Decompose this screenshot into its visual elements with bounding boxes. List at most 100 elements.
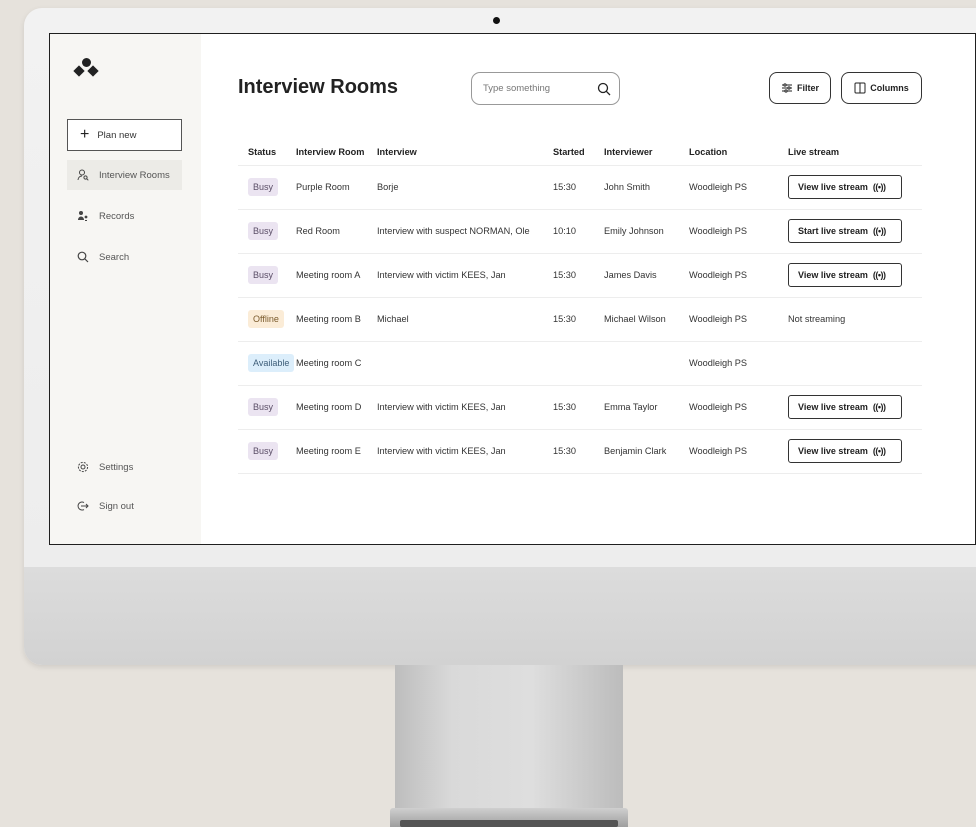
interviewer-cell: Benjamin Clark bbox=[604, 428, 689, 474]
interviewer-cell bbox=[604, 340, 689, 385]
started-cell: 10:10 bbox=[553, 208, 604, 253]
column-header-room[interactable]: Interview Room bbox=[296, 139, 377, 165]
status-badge: Available bbox=[248, 354, 295, 372]
search-icon bbox=[77, 251, 89, 263]
live-stream-cell: View live stream ((•)) bbox=[788, 384, 922, 429]
gear-icon bbox=[77, 461, 89, 473]
filter-button[interactable]: Filter bbox=[769, 72, 831, 104]
plan-new-label: Plan new bbox=[97, 129, 137, 141]
status-cell: Busy bbox=[238, 384, 296, 429]
live-stream-cell: View live stream ((•)) bbox=[788, 164, 922, 209]
location-cell: Woodleigh PS bbox=[689, 428, 788, 474]
status-cell: Busy bbox=[238, 208, 296, 253]
monitor-chin bbox=[24, 567, 976, 665]
interview-cell bbox=[377, 340, 553, 385]
column-header-live-stream[interactable]: Live stream bbox=[788, 139, 922, 165]
column-header-location[interactable]: Location bbox=[689, 139, 788, 165]
column-header-status[interactable]: Status bbox=[238, 139, 296, 165]
plus-icon: + bbox=[80, 126, 90, 143]
column-header-started[interactable]: Started bbox=[553, 139, 604, 165]
columns-label: Columns bbox=[870, 83, 909, 93]
status-cell: Busy bbox=[238, 428, 296, 474]
table-row[interactable]: Offline Meeting room B Michael 15:30 Mic… bbox=[238, 296, 922, 341]
sidebar-item-label: Records bbox=[99, 210, 135, 222]
page-title: Interview Rooms bbox=[238, 76, 399, 98]
table-row[interactable]: Available Meeting room C Woodleigh PS bbox=[238, 340, 922, 385]
room-cell: Meeting room A bbox=[296, 252, 377, 297]
view-live-stream-button[interactable]: View live stream ((•)) bbox=[788, 263, 902, 287]
sign-out-label: Sign out bbox=[99, 500, 134, 512]
columns-button[interactable]: Columns bbox=[841, 72, 922, 104]
status-badge: Busy bbox=[248, 398, 279, 416]
table-row[interactable]: Busy Meeting room A Interview with victi… bbox=[238, 252, 922, 297]
broadcast-icon: ((•)) bbox=[872, 270, 886, 280]
interviewer-cell: Emma Taylor bbox=[604, 384, 689, 429]
started-cell bbox=[553, 340, 604, 385]
stream-button-label: View live stream bbox=[798, 182, 868, 192]
monitor-stand-slot bbox=[400, 820, 618, 827]
stream-button-label: View live stream bbox=[798, 270, 868, 280]
search-box[interactable] bbox=[471, 72, 620, 105]
interview-cell: Michael bbox=[377, 296, 553, 341]
interview-cell: Interview with victim KEES, Jan bbox=[377, 252, 553, 297]
started-cell: 15:30 bbox=[553, 164, 604, 209]
sign-out-icon bbox=[77, 501, 89, 511]
location-cell: Woodleigh PS bbox=[689, 340, 788, 385]
status-badge: Busy bbox=[248, 222, 279, 240]
interview-cell: Interview with suspect NORMAN, Ole bbox=[377, 208, 553, 253]
camera-dot bbox=[493, 17, 500, 24]
sidebar: + Plan new Interview Rooms Records Searc… bbox=[50, 34, 201, 544]
room-cell: Meeting room C bbox=[296, 340, 377, 385]
room-cell: Meeting room E bbox=[296, 428, 377, 474]
live-stream-status-text: Not streaming bbox=[788, 296, 922, 341]
table-row[interactable]: Busy Purple Room Borje 15:30 John Smith … bbox=[238, 164, 922, 209]
interviewer-cell: Emily Johnson bbox=[604, 208, 689, 253]
sidebar-item-interview-rooms[interactable]: Interview Rooms bbox=[67, 160, 182, 190]
status-badge: Busy bbox=[248, 442, 279, 460]
search-input[interactable] bbox=[483, 83, 583, 94]
records-icon bbox=[78, 211, 88, 221]
status-badge: Offline bbox=[248, 310, 284, 328]
view-live-stream-button[interactable]: View live stream ((•)) bbox=[788, 175, 902, 199]
started-cell: 15:30 bbox=[553, 252, 604, 297]
app-logo-icon bbox=[72, 56, 100, 80]
view-live-stream-button[interactable]: View live stream ((•)) bbox=[788, 395, 902, 419]
column-header-interview[interactable]: Interview bbox=[377, 139, 553, 165]
sidebar-item-search[interactable]: Search bbox=[67, 242, 182, 272]
search-icon[interactable] bbox=[597, 82, 611, 96]
room-cell: Purple Room bbox=[296, 164, 377, 209]
interview-cell: Interview with victim KEES, Jan bbox=[377, 428, 553, 474]
started-cell: 15:30 bbox=[553, 296, 604, 341]
live-stream-status-text bbox=[788, 340, 922, 385]
status-cell: Busy bbox=[238, 164, 296, 209]
room-cell: Red Room bbox=[296, 208, 377, 253]
broadcast-icon: ((•)) bbox=[873, 226, 886, 236]
interview-cell: Interview with victim KEES, Jan bbox=[377, 384, 553, 429]
sidebar-item-label: Interview Rooms bbox=[99, 169, 170, 181]
sidebar-item-sign-out[interactable]: Sign out bbox=[67, 491, 182, 521]
live-stream-cell: View live stream ((•)) bbox=[788, 252, 922, 297]
table-header-row: Status Interview Room Interview Started … bbox=[238, 139, 922, 165]
table-row[interactable]: Busy Meeting room E Interview with victi… bbox=[238, 428, 922, 474]
columns-icon bbox=[854, 82, 866, 94]
sidebar-item-records[interactable]: Records bbox=[67, 201, 182, 231]
stream-button-label: Start live stream bbox=[798, 226, 869, 236]
table-row[interactable]: Busy Red Room Interview with suspect NOR… bbox=[238, 208, 922, 253]
location-cell: Woodleigh PS bbox=[689, 164, 788, 209]
plan-new-button[interactable]: + Plan new bbox=[67, 119, 182, 151]
sliders-icon bbox=[781, 83, 792, 93]
location-cell: Woodleigh PS bbox=[689, 384, 788, 429]
column-header-interviewer[interactable]: Interviewer bbox=[604, 139, 689, 165]
app-screen: + Plan new Interview Rooms Records Searc… bbox=[49, 33, 976, 545]
status-cell: Offline bbox=[238, 296, 296, 341]
table-row[interactable]: Busy Meeting room D Interview with victi… bbox=[238, 384, 922, 429]
sidebar-item-settings[interactable]: Settings bbox=[67, 452, 182, 482]
status-cell: Busy bbox=[238, 252, 296, 297]
location-cell: Woodleigh PS bbox=[689, 252, 788, 297]
location-cell: Woodleigh PS bbox=[689, 296, 788, 341]
start-live-stream-button[interactable]: Start live stream ((•)) bbox=[788, 219, 902, 243]
interview-rooms-table: Status Interview Room Interview Started … bbox=[238, 139, 922, 474]
sidebar-item-label: Search bbox=[99, 251, 130, 263]
broadcast-icon: ((•)) bbox=[872, 446, 886, 456]
view-live-stream-button[interactable]: View live stream ((•)) bbox=[788, 439, 902, 463]
